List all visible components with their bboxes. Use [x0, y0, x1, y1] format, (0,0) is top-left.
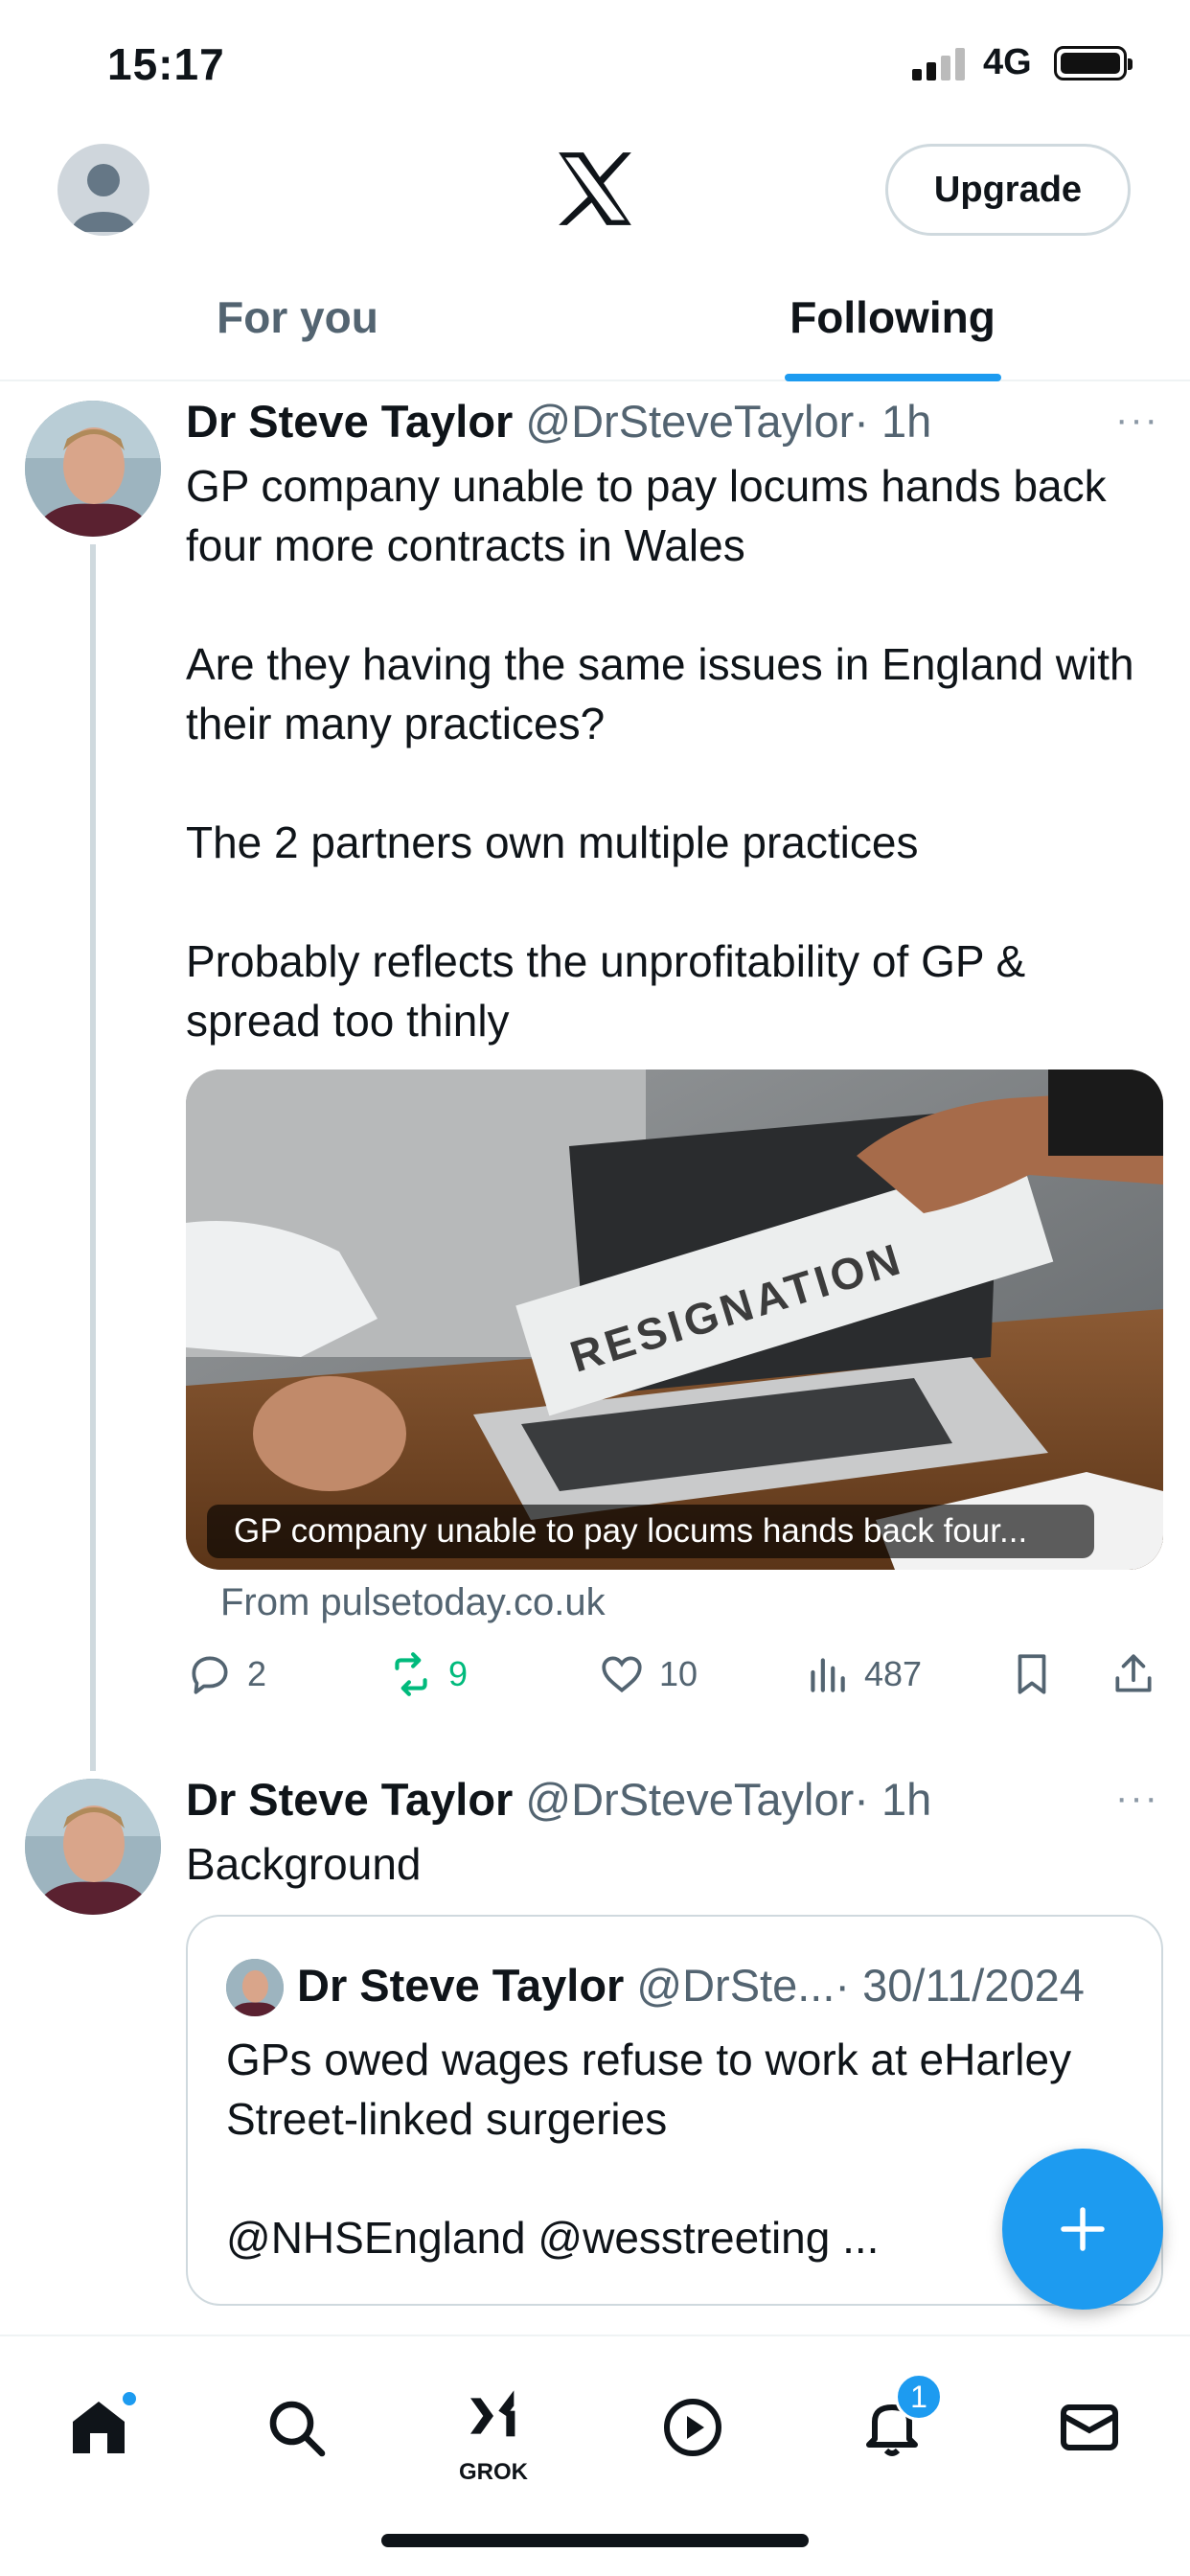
signal-bars-icon [912, 48, 965, 80]
notification-badge: 1 [895, 2373, 943, 2421]
battery-icon [1054, 46, 1133, 80]
search-icon [269, 2401, 326, 2457]
nav-messages[interactable] [1037, 2375, 1142, 2480]
bookmark-button[interactable] [1008, 1650, 1069, 1698]
default-avatar-icon [71, 164, 136, 232]
author-name[interactable]: Dr Steve Taylor [186, 396, 513, 447]
author-photo [25, 401, 161, 537]
quoted-post-header: Dr Steve Taylor @DrSte...· 30/11/2024 [297, 1959, 1085, 2012]
post-author-avatar[interactable] [25, 1779, 161, 1915]
share-button[interactable] [1110, 1650, 1171, 1698]
tab-label: For you [217, 292, 378, 342]
repost-count: 9 [448, 1654, 469, 1693]
home-indicator [381, 2534, 809, 2547]
post-time: · 1h [854, 396, 932, 447]
status-time: 15:17 [107, 39, 225, 89]
author-handle[interactable]: @DrSteveTaylor [525, 1774, 854, 1825]
nav-search[interactable] [243, 2375, 349, 2480]
quoted-post-date: · 30/11/2024 [835, 1960, 1085, 2011]
more-options-icon[interactable]: ··· [1115, 1777, 1159, 1820]
views-button[interactable]: 487 [803, 1650, 922, 1698]
post-time: · 1h [854, 1774, 932, 1825]
grok-label: GROK [459, 2459, 528, 2485]
quoted-author-handle: @DrSte... [636, 1960, 835, 2011]
link-source[interactable]: From pulsetoday.co.uk [220, 1581, 606, 1624]
author-photo [25, 1779, 161, 1915]
view-count: 487 [864, 1654, 923, 1693]
upgrade-button[interactable]: Upgrade [885, 144, 1131, 236]
heart-icon [602, 1656, 642, 1693]
status-bar: 15:17 4G [0, 0, 1190, 134]
tab-for-you[interactable]: For you [0, 268, 595, 380]
repost-button[interactable]: 9 [387, 1650, 468, 1698]
post-header: Dr Steve Taylor @DrSteveTaylor· 1h [186, 395, 931, 448]
post-text: Background [186, 1839, 422, 1889]
bookmark-icon [1018, 1654, 1046, 1694]
x-logo-icon [559, 152, 631, 225]
grok-icon [470, 2390, 515, 2437]
tab-following[interactable]: Following [595, 268, 1190, 381]
article-image: RESIGNATION [186, 1070, 1163, 1570]
nav-notifications[interactable]: 1 [839, 2373, 945, 2480]
like-count: 10 [659, 1654, 698, 1693]
new-posts-dot [121, 2390, 138, 2407]
link-card-title: GP company unable to pay locums hands ba… [207, 1505, 1094, 1558]
post-actions: 2 9 10 487 [186, 1650, 1173, 1712]
post-text: GP company unable to pay locums hands ba… [186, 461, 1134, 1046]
reply-button[interactable]: 2 [186, 1650, 266, 1698]
timeline-tabs: For you Following [0, 268, 1190, 381]
active-tab-indicator [784, 374, 1001, 381]
repost-icon [395, 1652, 427, 1696]
plus-icon [1061, 2207, 1105, 2251]
reply-count: 2 [247, 1654, 267, 1693]
nav-home[interactable] [46, 2375, 151, 2480]
like-button[interactable]: 10 [598, 1650, 698, 1698]
share-icon [1115, 1654, 1152, 1692]
link-preview-card[interactable]: RESIGNATION GP company unable to pay loc… [186, 1070, 1163, 1570]
compose-post-button[interactable] [1002, 2149, 1163, 2310]
views-chart-icon [811, 1658, 845, 1692]
author-photo [226, 1959, 284, 2016]
reply-icon [192, 1656, 228, 1694]
nav-grok[interactable]: GROK [441, 2375, 546, 2485]
quoted-author-name: Dr Steve Taylor [297, 1960, 625, 2011]
profile-avatar-button[interactable] [57, 144, 149, 236]
post-header: Dr Steve Taylor @DrSteveTaylor· 1h [186, 1773, 931, 1826]
video-play-icon [664, 2399, 721, 2456]
more-options-icon[interactable]: ··· [1115, 399, 1159, 442]
nav-video[interactable] [640, 2375, 745, 2480]
network-type: 4G [983, 42, 1032, 82]
quoted-author-avatar [226, 1959, 284, 2016]
thread-connector [90, 544, 96, 1771]
author-handle[interactable]: @DrSteveTaylor [525, 396, 854, 447]
post-author-avatar[interactable] [25, 401, 161, 537]
tab-label: Following [790, 292, 995, 342]
messages-mail-icon [1061, 2404, 1118, 2450]
author-name[interactable]: Dr Steve Taylor [186, 1774, 513, 1825]
